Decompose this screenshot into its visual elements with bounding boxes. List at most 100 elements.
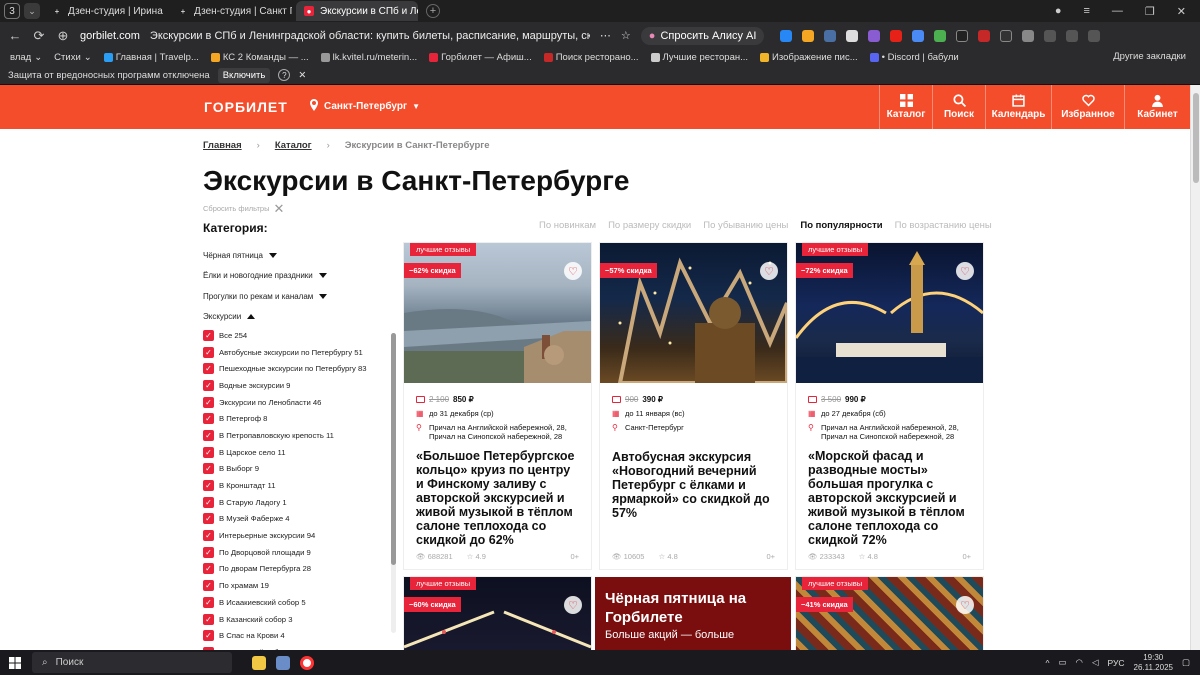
checkbox-checked-icon[interactable]: ✓ xyxy=(203,546,214,558)
breadcrumb-home[interactable]: Главная xyxy=(203,140,242,151)
back-arrow-icon[interactable]: ← xyxy=(8,28,22,43)
clock[interactable]: 19:30 26.11.2025 xyxy=(1134,653,1173,673)
enable-protection-button[interactable]: Включить xyxy=(217,67,271,83)
checkbox-checked-icon[interactable]: ✓ xyxy=(203,363,214,375)
reload-icon[interactable]: ⟳ xyxy=(32,28,46,44)
nav-favorites[interactable]: Избранное xyxy=(1051,85,1124,129)
excursion-card[interactable]: лучшие отзывы −72% скидка ♡ 3 500 990 ₽ ▦… xyxy=(796,243,983,569)
checkbox-checked-icon[interactable]: ✓ xyxy=(203,413,214,425)
sidebar-toggle-icon[interactable] xyxy=(1066,29,1079,42)
image-viewer-icon[interactable] xyxy=(276,655,290,670)
checkbox-checked-icon[interactable]: ✓ xyxy=(203,530,214,542)
browser-tab-1[interactable]: + Дзен-студия | Ирина пут xyxy=(44,1,166,21)
filter-group-excursions[interactable]: Экскурсии xyxy=(203,307,393,328)
bookmark-item[interactable]: Изображение пис... xyxy=(760,52,858,63)
windows-start-icon[interactable] xyxy=(0,656,30,669)
vk-extension-icon[interactable] xyxy=(780,29,793,42)
checkbox-checked-icon[interactable]: ✓ xyxy=(203,396,214,408)
language-indicator[interactable]: РУС xyxy=(1107,658,1124,668)
excursion-card[interactable]: лучшие отзывы −60% скидка ♡ xyxy=(404,577,591,650)
excursion-card[interactable]: лучшие отзывы −41% скидка ♡ xyxy=(796,577,983,650)
bookmark-item[interactable]: Поиск ресторано... xyxy=(543,52,639,63)
city-selector[interactable]: Санкт-Петербург ▼ xyxy=(309,99,420,114)
close-window-icon[interactable]: ✕ xyxy=(1177,5,1186,18)
restore-icon[interactable]: ❐ xyxy=(1145,5,1155,18)
bookmark-item[interactable]: lk.kvitel.ru/meterin... xyxy=(320,52,417,63)
profile-avatar-icon[interactable]: ● xyxy=(1055,5,1062,17)
filter-checkbox-item[interactable]: ✓ В Кронштадт 11 xyxy=(203,477,393,494)
url-domain[interactable]: gorbilet.com xyxy=(80,30,140,42)
checkbox-checked-icon[interactable]: ✓ xyxy=(203,613,214,625)
notification-icon[interactable]: ▢ xyxy=(1182,657,1190,668)
dots-extension-icon[interactable] xyxy=(802,29,815,42)
sort-discount[interactable]: По размеру скидки xyxy=(608,220,691,231)
sn-extension-icon[interactable] xyxy=(956,29,969,42)
filter-checkbox-item[interactable]: ✓ В Старую Ладогу 1 xyxy=(203,494,393,511)
monitor-extension-icon[interactable] xyxy=(824,29,837,42)
taskbar-search[interactable]: ⌕ Поиск xyxy=(32,652,232,673)
translate-extension-icon[interactable] xyxy=(912,29,925,42)
new-tab-button[interactable]: + xyxy=(426,4,440,18)
checkbox-checked-icon[interactable]: ✓ xyxy=(203,429,214,441)
filter-checkbox-item[interactable]: ✓ По дворам Петербурга 28 xyxy=(203,561,393,578)
more-icon[interactable]: ⋯ xyxy=(600,29,611,42)
breadcrumb-catalog[interactable]: Каталог xyxy=(275,140,312,151)
nav-search[interactable]: Поиск xyxy=(932,85,985,129)
checkbox-checked-icon[interactable]: ✓ xyxy=(203,513,214,525)
excursion-card[interactable]: −57% скидка ♡ 900 390 ₽ ▦ до 11 января (вс… xyxy=(600,243,787,569)
sort-price-desc[interactable]: По убыванию цены xyxy=(703,220,788,231)
checkbox-checked-icon[interactable]: ✓ xyxy=(203,496,214,508)
filter-group-new-year[interactable]: Ёлки и новогодние праздники xyxy=(203,266,393,287)
filter-checkbox-item[interactable]: ✓ В Музей Фаберже 4 xyxy=(203,511,393,528)
cloud-extension-icon[interactable] xyxy=(846,29,859,42)
tab-menu-chevron-icon[interactable]: ⌄ xyxy=(24,3,40,19)
card-title[interactable]: Автобусная экскурсия «Новогодний вечерни… xyxy=(612,450,775,520)
explorer-folder-icon[interactable] xyxy=(252,655,266,670)
nav-account[interactable]: Кабинет xyxy=(1124,85,1190,129)
bookmark-item[interactable]: влад ⌄ xyxy=(10,52,42,63)
favorite-heart-icon[interactable]: ♡ xyxy=(760,262,778,280)
sort-newest[interactable]: По новинкам xyxy=(539,220,596,231)
minimize-icon[interactable]: — xyxy=(1112,5,1123,17)
favorite-heart-icon[interactable]: ♡ xyxy=(564,262,582,280)
other-bookmarks[interactable]: Другие закладки xyxy=(1113,51,1186,62)
ask-alice-button[interactable]: ● Спросить Алису AI xyxy=(640,26,765,45)
site-logo[interactable]: ГОРБИЛЕТ xyxy=(204,99,288,115)
filter-checkbox-item[interactable]: ✓ Пешеходные экскурсии по Петербургу 83 xyxy=(203,360,393,377)
bookmark-item[interactable]: • Discord | бабули xyxy=(869,52,959,63)
site-info-icon[interactable]: ⊕ xyxy=(56,28,70,44)
page-scroll-thumb[interactable] xyxy=(1193,93,1199,183)
page-scrollbar[interactable] xyxy=(1190,85,1200,650)
browser-tab-3[interactable]: ● Экскурсии в СПб и Лен ✕ xyxy=(296,1,418,21)
filter-checkbox-item[interactable]: ✓ По храмам 19 xyxy=(203,577,393,594)
excursion-card[interactable]: лучшие отзывы −62% скидка ♡ 2 100 850 ₽ ▦… xyxy=(404,243,591,569)
filter-checkbox-item[interactable]: ✓ По Дворцовой площади 9 xyxy=(203,544,393,561)
yandex-browser-icon[interactable] xyxy=(300,655,314,670)
checkbox-checked-icon[interactable]: ✓ xyxy=(203,379,214,391)
filter-scroll-thumb[interactable] xyxy=(391,333,396,565)
network-icon[interactable]: ▭ xyxy=(1058,657,1066,668)
filter-checkbox-item[interactable]: ✓ Все 254 xyxy=(203,327,393,344)
tab-count-badge[interactable]: 3 xyxy=(4,3,20,19)
url-page-title[interactable]: Экскурсии в СПб и Ленинградской области:… xyxy=(150,30,590,42)
filter-checkbox-item[interactable]: ✓ Экскурсии по Ленобласти 46 xyxy=(203,394,393,411)
black-friday-promo[interactable]: Чёрная пятница на Горбилете Больше акций… xyxy=(595,577,791,650)
filter-checkbox-item[interactable]: ✓ В Петергоф 8 xyxy=(203,410,393,427)
filter-checkbox-item[interactable]: ✓ В Исаакиевский собор 5 xyxy=(203,594,393,611)
filter-checkbox-item[interactable]: ✓ В Царское село 11 xyxy=(203,444,393,461)
checkbox-checked-icon[interactable]: ✓ xyxy=(203,463,214,475)
checkbox-checked-icon[interactable]: ✓ xyxy=(203,346,214,358)
checkbox-checked-icon[interactable]: ✓ xyxy=(203,446,214,458)
youtube-extension-icon[interactable] xyxy=(890,29,903,42)
nav-catalog[interactable]: Каталог xyxy=(879,85,932,129)
filter-checkbox-item[interactable]: ✓ Водные экскурсии 9 xyxy=(203,377,393,394)
checkbox-checked-icon[interactable]: ✓ xyxy=(203,580,214,592)
tray-chevron-icon[interactable]: ^ xyxy=(1045,658,1049,668)
bookmark-item[interactable]: КС 2 Команды — ... xyxy=(210,52,309,63)
volume-icon[interactable]: ◁ xyxy=(1092,657,1099,668)
filter-scrollbar[interactable] xyxy=(391,333,396,633)
nav-calendar[interactable]: Календарь xyxy=(985,85,1051,129)
bookmark-item[interactable]: Лучшие ресторан... xyxy=(650,52,748,63)
dismiss-warning-icon[interactable]: ✕ xyxy=(298,70,306,81)
checkbox-checked-icon[interactable]: ✓ xyxy=(203,630,214,642)
